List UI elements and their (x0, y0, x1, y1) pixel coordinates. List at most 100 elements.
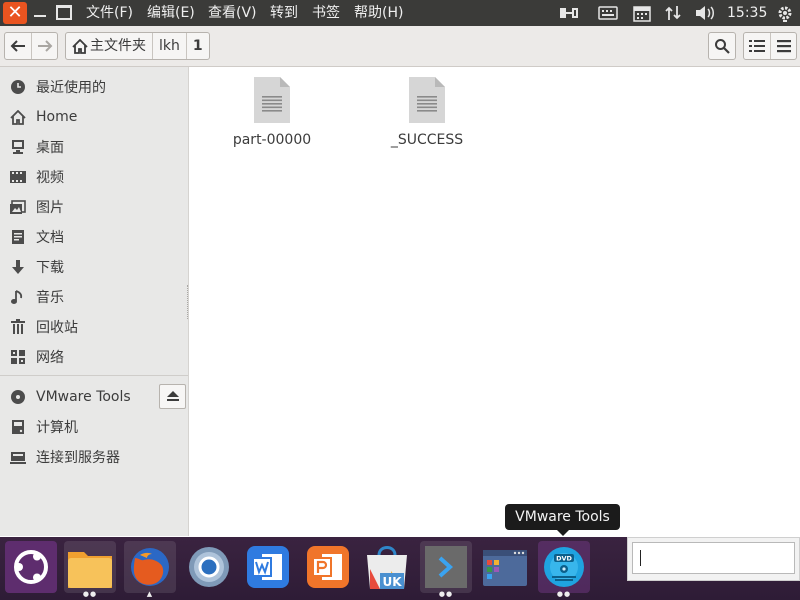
breadcrumb-current[interactable]: 1 (187, 33, 209, 59)
sidebar-item-pictures[interactable]: 图片 (0, 192, 188, 222)
arrow-left-icon (10, 40, 25, 52)
folder-icon (68, 552, 112, 588)
sidebar-item-trash[interactable]: 回收站 (0, 312, 188, 342)
menu-help[interactable]: 帮助(H) (354, 0, 403, 26)
keyboard-icon[interactable] (595, 0, 621, 26)
view-mode-group (743, 32, 797, 60)
dock-item-files[interactable]: ●● (64, 541, 116, 598)
text-file-icon (409, 77, 445, 123)
menu-view[interactable]: 查看(V) (208, 0, 257, 26)
desktop-icon (9, 138, 27, 156)
clock-icon (9, 78, 27, 96)
terminal-chevron-icon (425, 546, 467, 588)
sidebar-item-music[interactable]: 音乐 (0, 282, 188, 312)
dock-item-software-center[interactable]: UK (361, 541, 413, 593)
svg-text:UK: UK (382, 575, 402, 589)
eject-button[interactable] (159, 384, 186, 409)
dock-tooltip: VMware Tools (505, 504, 620, 536)
menu-edit[interactable]: 编辑(E) (147, 0, 195, 26)
window-close-button[interactable]: ✕ (3, 2, 27, 24)
file-manager-toolbar: 主文件夹 lkh 1 (0, 26, 800, 67)
forward-button[interactable] (32, 33, 57, 59)
download-icon (9, 258, 27, 276)
places-sidebar: 最近使用的 Home 桌面 视频 图片 文档 下载 音乐 回收站 网络 VMwa… (0, 67, 189, 536)
settings-gear-icon[interactable] (773, 0, 797, 26)
sidebar-item-computer[interactable]: 计算机 (0, 412, 188, 442)
breadcrumb-home[interactable]: 主文件夹 (66, 33, 153, 59)
menu-bookmarks[interactable]: 书签 (312, 0, 340, 26)
dock-item-vmware-tools[interactable]: DVD ●● (538, 541, 590, 598)
dvd-disc-icon: DVD (544, 547, 584, 587)
dock-item-workspaces[interactable] (479, 541, 531, 593)
search-button[interactable] (708, 32, 736, 60)
list-view-button[interactable] (744, 33, 770, 59)
sidebar-item-documents[interactable]: 文档 (0, 222, 188, 252)
sidebar-item-vmware-tools[interactable]: VMware Tools (0, 382, 158, 412)
dock-item-terminal[interactable]: ●● (420, 541, 472, 598)
running-indicator: ●● (82, 590, 98, 598)
file-item[interactable]: _SUCCESS (377, 76, 477, 148)
input-method-icon[interactable] (557, 0, 583, 26)
input-method-text-field[interactable] (632, 542, 795, 574)
sidebar-item-downloads[interactable]: 下载 (0, 252, 188, 282)
chromium-icon (189, 547, 229, 587)
text-caret (640, 550, 641, 566)
trash-icon (9, 318, 27, 336)
breadcrumb: 主文件夹 lkh 1 (65, 32, 210, 60)
film-icon (9, 168, 27, 186)
picture-icon (9, 198, 27, 216)
input-method-popup (627, 537, 800, 581)
dock-item-ubuntu-dash[interactable] (5, 541, 57, 593)
svg-text:DVD: DVD (556, 555, 572, 563)
sidebar-item-recent[interactable]: 最近使用的 (0, 72, 188, 102)
eject-icon (166, 391, 179, 401)
wps-writer-icon (247, 546, 289, 588)
computer-icon (9, 418, 27, 436)
network-icon (9, 348, 27, 366)
file-item[interactable]: part-00000 (222, 76, 322, 148)
wps-presentation-icon (307, 546, 349, 588)
running-indicator: ▲ (146, 590, 154, 598)
sidebar-divider (0, 375, 188, 376)
ubuntu-logo-icon (14, 550, 48, 584)
breadcrumb-lkh[interactable]: lkh (153, 33, 187, 59)
menu-go[interactable]: 转到 (270, 0, 298, 26)
menu-file[interactable]: 文件(F) (86, 0, 133, 26)
firefox-icon (131, 548, 169, 586)
window-minimize-button[interactable] (33, 4, 47, 18)
breadcrumb-label: 主文件夹 (90, 38, 146, 54)
dock-item-wps-presentation[interactable] (302, 541, 354, 593)
file-name: part-00000 (232, 132, 312, 148)
history-nav-group (4, 32, 58, 60)
menu-button[interactable] (771, 33, 796, 59)
volume-icon[interactable] (692, 0, 718, 26)
arrow-right-icon (37, 40, 52, 52)
dock-item-chromium[interactable] (183, 541, 235, 593)
clock[interactable]: 15:35 (727, 0, 767, 26)
sidebar-item-home[interactable]: Home (0, 102, 188, 132)
server-icon (9, 448, 27, 466)
running-indicator: ●● (556, 590, 572, 598)
home-icon (72, 38, 88, 54)
workspace-switcher-icon (483, 550, 527, 586)
file-name: _SUCCESS (390, 132, 464, 148)
document-icon (9, 228, 27, 246)
back-button[interactable] (5, 33, 31, 59)
music-icon (9, 288, 27, 306)
disc-icon (9, 388, 27, 406)
search-icon (715, 39, 730, 54)
window-maximize-button[interactable] (56, 5, 72, 20)
home-icon (9, 108, 27, 126)
sidebar-item-desktop[interactable]: 桌面 (0, 132, 188, 162)
calendar-icon[interactable] (629, 0, 655, 26)
file-view[interactable]: part-00000 _SUCCESS (189, 67, 800, 536)
sidebar-item-videos[interactable]: 视频 (0, 162, 188, 192)
list-view-icon (749, 40, 765, 52)
text-file-icon (254, 77, 290, 123)
dock-item-firefox[interactable]: ▲ (124, 541, 176, 598)
network-transfer-icon[interactable] (660, 0, 686, 26)
dock-item-wps-writer[interactable] (242, 541, 294, 593)
sidebar-item-connect-server[interactable]: 连接到服务器 (0, 442, 188, 472)
sidebar-item-network[interactable]: 网络 (0, 342, 188, 372)
shopping-bag-icon: UK (367, 546, 407, 589)
